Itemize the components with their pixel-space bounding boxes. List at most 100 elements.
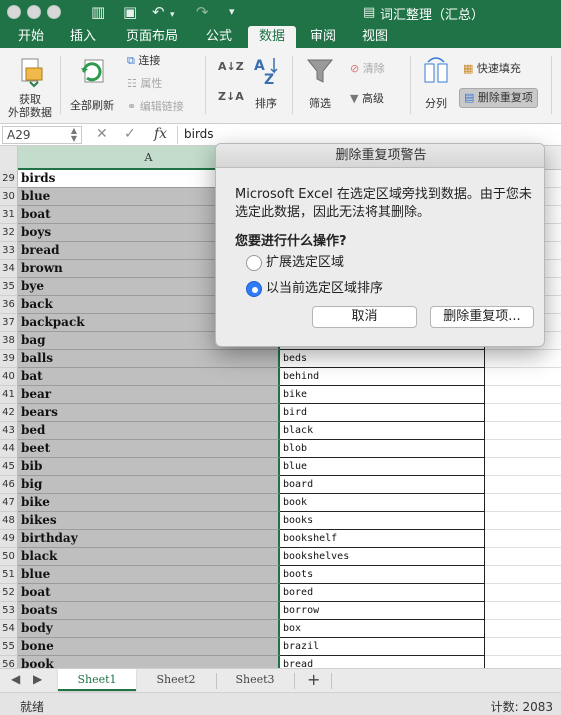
customize-toolbar-icon[interactable]: ▾ bbox=[229, 3, 235, 21]
cell-a[interactable]: boats bbox=[18, 602, 280, 620]
row-number[interactable]: 46 bbox=[0, 476, 18, 494]
cell-a[interactable]: big bbox=[18, 476, 280, 494]
row-number[interactable]: 41 bbox=[0, 386, 18, 404]
row-number[interactable]: 38 bbox=[0, 332, 18, 350]
cell-a[interactable]: bike bbox=[18, 494, 280, 512]
row-number[interactable]: 42 bbox=[0, 404, 18, 422]
row-number[interactable]: 40 bbox=[0, 368, 18, 386]
row-number[interactable]: 33 bbox=[0, 242, 18, 260]
sheet-tab-sheet3[interactable]: Sheet3 bbox=[218, 669, 292, 691]
cell-a[interactable]: bears bbox=[18, 404, 280, 422]
properties-button[interactable]: ☷ 属性 bbox=[127, 77, 162, 91]
cell-a[interactable]: balls bbox=[18, 350, 280, 368]
cell-b[interactable]: box bbox=[280, 620, 485, 638]
row-number[interactable]: 32 bbox=[0, 224, 18, 242]
add-sheet-icon[interactable]: + bbox=[307, 670, 320, 689]
cell-c[interactable] bbox=[485, 404, 561, 422]
clear-filter-button[interactable]: ⊘ 清除 bbox=[350, 62, 385, 76]
radio-expand-selection[interactable] bbox=[246, 255, 262, 271]
row-number[interactable]: 43 bbox=[0, 422, 18, 440]
cell-b[interactable]: boots bbox=[280, 566, 485, 584]
row-number[interactable]: 31 bbox=[0, 206, 18, 224]
formula-input[interactable]: birds bbox=[184, 127, 214, 141]
cell-c[interactable] bbox=[485, 476, 561, 494]
edit-links-button[interactable]: ⚭ 编辑链接 bbox=[127, 100, 184, 114]
insert-function-button[interactable]: fx bbox=[154, 126, 167, 142]
row-number[interactable]: 36 bbox=[0, 296, 18, 314]
row-number[interactable]: 45 bbox=[0, 458, 18, 476]
row-number[interactable]: 30 bbox=[0, 188, 18, 206]
row-number[interactable]: 53 bbox=[0, 602, 18, 620]
row-number[interactable]: 52 bbox=[0, 584, 18, 602]
cell-b[interactable]: behind bbox=[280, 368, 485, 386]
cell-c[interactable] bbox=[485, 530, 561, 548]
zoom-window-button[interactable] bbox=[47, 5, 61, 19]
sort-ascending-button[interactable]: A↓Z bbox=[218, 60, 244, 74]
cell-b[interactable]: books bbox=[280, 512, 485, 530]
cell-b[interactable]: blob bbox=[280, 440, 485, 458]
cell-b[interactable]: brazil bbox=[280, 638, 485, 656]
row-number[interactable]: 48 bbox=[0, 512, 18, 530]
confirm-entry-icon[interactable]: ✓ bbox=[124, 126, 136, 142]
cell-a[interactable]: bed bbox=[18, 422, 280, 440]
tab-data[interactable]: 数据 bbox=[248, 26, 296, 48]
cell-c[interactable] bbox=[485, 548, 561, 566]
advanced-filter-button[interactable]: ▼ 高级 bbox=[350, 92, 384, 106]
cell-c[interactable] bbox=[485, 638, 561, 656]
cell-b[interactable]: board bbox=[280, 476, 485, 494]
cell-a[interactable]: bib bbox=[18, 458, 280, 476]
previous-sheet-icon[interactable]: ◀ bbox=[11, 672, 20, 686]
option-expand-selection[interactable]: 扩展选定区域 bbox=[246, 253, 446, 273]
sort-descending-button[interactable]: Z↓A bbox=[218, 90, 244, 104]
remove-duplicates-confirm-button[interactable]: 删除重复项... bbox=[430, 306, 534, 328]
next-sheet-icon[interactable]: ▶ bbox=[33, 672, 42, 686]
select-all-corner[interactable] bbox=[0, 146, 18, 170]
get-external-data-button[interactable]: 获取 外部数据 bbox=[4, 56, 56, 119]
cell-a[interactable]: bat bbox=[18, 368, 280, 386]
row-number[interactable]: 35 bbox=[0, 278, 18, 296]
cell-c[interactable] bbox=[485, 422, 561, 440]
cell-b[interactable]: book bbox=[280, 494, 485, 512]
cell-c[interactable] bbox=[485, 440, 561, 458]
cell-a[interactable]: blue bbox=[18, 566, 280, 584]
name-box-stepper-icon[interactable]: ▲ ▼ bbox=[71, 127, 77, 143]
cell-c[interactable] bbox=[485, 584, 561, 602]
cell-b[interactable]: bike bbox=[280, 386, 485, 404]
radio-current-selection[interactable] bbox=[246, 281, 262, 297]
undo-dropdown-icon[interactable]: ▾ bbox=[170, 6, 175, 24]
sort-button[interactable]: A Z 排序 bbox=[250, 56, 282, 110]
tab-home[interactable]: 开始 bbox=[8, 26, 54, 48]
cell-a[interactable]: black bbox=[18, 548, 280, 566]
tab-insert[interactable]: 插入 bbox=[60, 26, 106, 48]
text-to-columns-button[interactable]: 分列 bbox=[418, 56, 454, 110]
name-box[interactable]: A29 ▲ ▼ bbox=[2, 126, 82, 144]
row-number[interactable]: 39 bbox=[0, 350, 18, 368]
cell-a[interactable]: bone bbox=[18, 638, 280, 656]
cell-c[interactable] bbox=[485, 386, 561, 404]
cell-c[interactable] bbox=[485, 620, 561, 638]
row-number[interactable]: 55 bbox=[0, 638, 18, 656]
row-number[interactable]: 47 bbox=[0, 494, 18, 512]
cancel-entry-icon[interactable]: ✕ bbox=[96, 126, 108, 142]
minimize-window-button[interactable] bbox=[27, 5, 41, 19]
sheet-tab-sheet1[interactable]: Sheet1 bbox=[58, 669, 136, 691]
cell-c[interactable] bbox=[485, 512, 561, 530]
filter-button[interactable]: 筛选 bbox=[302, 56, 338, 110]
save-icon[interactable]: ▣ bbox=[123, 3, 137, 21]
cell-a[interactable]: body bbox=[18, 620, 280, 638]
cell-c[interactable] bbox=[485, 602, 561, 620]
close-window-button[interactable] bbox=[7, 5, 21, 19]
cell-c[interactable] bbox=[485, 368, 561, 386]
cell-a[interactable]: beet bbox=[18, 440, 280, 458]
cell-b[interactable]: black bbox=[280, 422, 485, 440]
cell-c[interactable] bbox=[485, 350, 561, 368]
tab-view[interactable]: 视图 bbox=[352, 26, 398, 48]
row-number[interactable]: 34 bbox=[0, 260, 18, 278]
remove-duplicates-button[interactable]: ▤ 删除重复项 bbox=[459, 88, 538, 108]
cell-a[interactable]: bikes bbox=[18, 512, 280, 530]
cell-a[interactable]: birthday bbox=[18, 530, 280, 548]
cell-c[interactable] bbox=[485, 458, 561, 476]
cell-a[interactable]: bear bbox=[18, 386, 280, 404]
row-number[interactable]: 51 bbox=[0, 566, 18, 584]
cell-b[interactable]: blue bbox=[280, 458, 485, 476]
